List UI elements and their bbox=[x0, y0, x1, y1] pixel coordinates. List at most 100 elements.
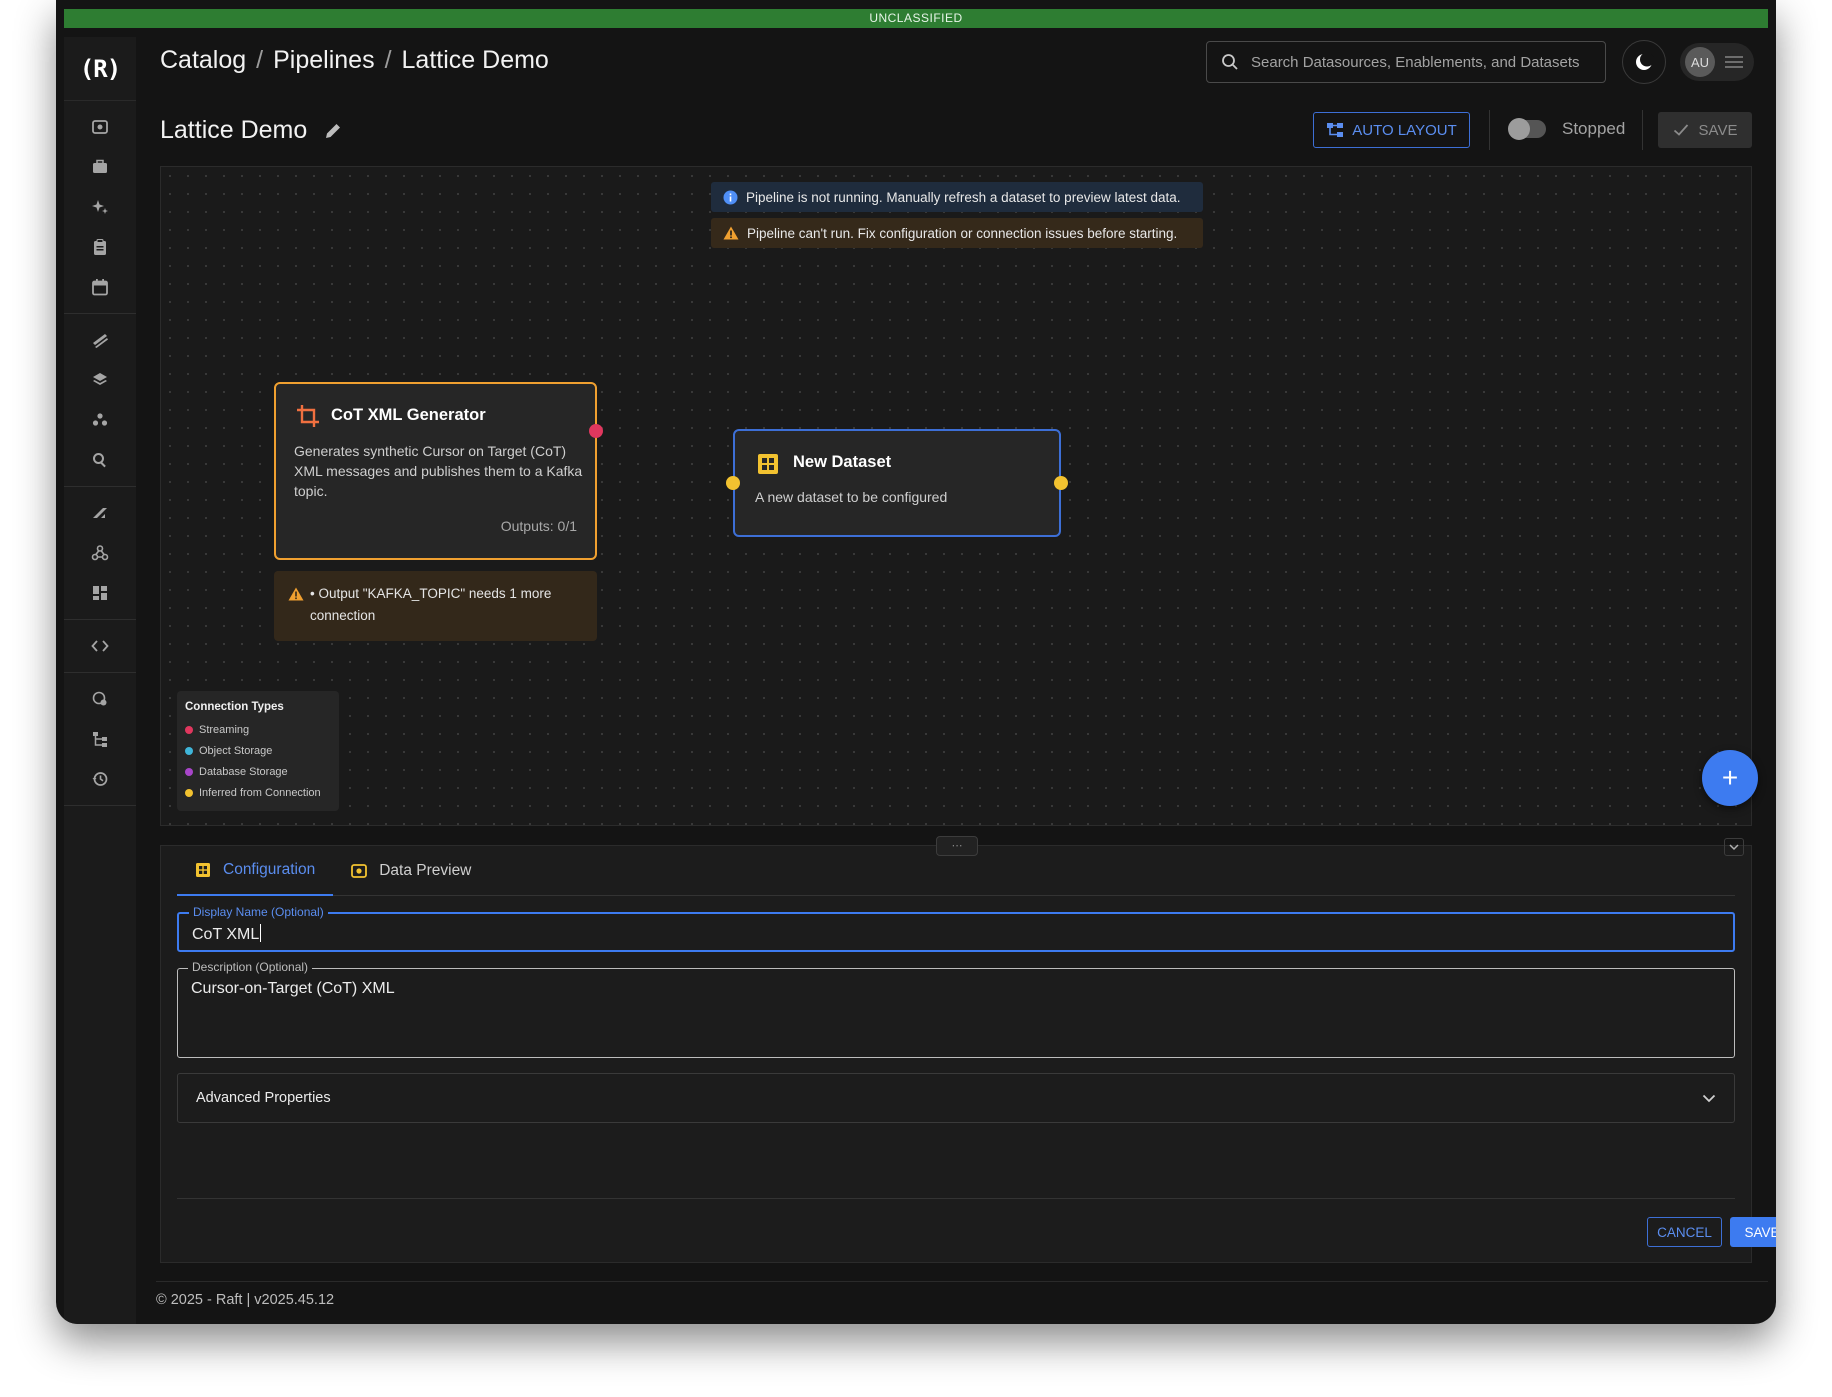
outputs-label: Outputs: bbox=[500, 518, 554, 534]
display-name-label: Display Name (Optional) bbox=[189, 905, 328, 919]
generator-node-outputs: Outputs: 0/1 bbox=[501, 518, 577, 534]
webhook-icon[interactable] bbox=[64, 533, 136, 573]
shield-settings-icon[interactable] bbox=[64, 679, 136, 719]
info-alert-text: Pipeline is not running. Manually refres… bbox=[746, 189, 1181, 205]
legend-label: Object Storage bbox=[199, 744, 273, 757]
menu-icon bbox=[1725, 53, 1743, 71]
display-name-value[interactable]: CoT XML bbox=[192, 924, 262, 944]
layers-icon[interactable] bbox=[64, 360, 136, 400]
warning-icon bbox=[723, 226, 739, 240]
breadcrumb-pipelines[interactable]: Pipelines bbox=[273, 46, 374, 74]
theme-toggle-button[interactable] bbox=[1622, 40, 1666, 84]
breadcrumb: Catalog / Pipelines / Lattice Demo bbox=[160, 46, 549, 75]
group-icon[interactable] bbox=[64, 400, 136, 440]
legend-label: Database Storage bbox=[199, 765, 288, 778]
plus-icon: + bbox=[1721, 762, 1739, 793]
page-title: Lattice Demo bbox=[160, 116, 343, 145]
edit-pencil-icon[interactable] bbox=[323, 121, 343, 141]
sidebar-group-dev bbox=[64, 620, 136, 673]
calendar-icon[interactable] bbox=[64, 267, 136, 307]
generator-node-warning: • Output "KAFKA_TOPIC" needs 1 more conn… bbox=[274, 571, 597, 641]
brand-logo[interactable]: (R) bbox=[64, 37, 136, 101]
legend-label: Inferred from Connection bbox=[199, 786, 321, 799]
description-field[interactable]: Description (Optional) Cursor-on-Target … bbox=[177, 960, 1735, 1058]
dataset-node-description: A new dataset to be configured bbox=[755, 489, 948, 505]
sidebar-group-data bbox=[64, 314, 136, 487]
advanced-properties-accordion[interactable]: Advanced Properties bbox=[177, 1073, 1735, 1123]
sidebar-group-integrations bbox=[64, 487, 136, 620]
config-grid-icon bbox=[196, 863, 210, 877]
auto-layout-button[interactable]: AUTO LAYOUT bbox=[1313, 112, 1470, 148]
user-menu-button[interactable]: AU bbox=[1680, 43, 1754, 81]
toolbar-divider bbox=[1642, 110, 1643, 150]
search-input[interactable] bbox=[1251, 53, 1591, 71]
dataset-node-title: New Dataset bbox=[793, 453, 892, 471]
pipeline-run-toggle[interactable] bbox=[1508, 118, 1546, 140]
lattice-icon[interactable] bbox=[64, 493, 136, 533]
legend-item: Object Storage bbox=[185, 740, 331, 761]
check-icon bbox=[1673, 124, 1688, 136]
outputs-value: 0/1 bbox=[557, 518, 577, 534]
tab-configuration-label: Configuration bbox=[223, 861, 316, 878]
pipeline-canvas[interactable]: Pipeline is not running. Manually refres… bbox=[160, 166, 1758, 826]
pipeline-status-label: Stopped bbox=[1562, 119, 1626, 138]
connection-types-legend: Connection Types Streaming Object Storag… bbox=[177, 691, 339, 811]
hierarchy-icon[interactable] bbox=[64, 719, 136, 759]
warning-icon bbox=[288, 587, 304, 601]
legend-dot-object-storage bbox=[185, 746, 193, 755]
generator-node-title: CoT XML Generator bbox=[331, 406, 486, 424]
stream-icon[interactable] bbox=[64, 320, 136, 360]
legend-item: Database Storage bbox=[185, 761, 331, 782]
tab-configuration[interactable]: Configuration bbox=[177, 846, 334, 896]
generator-node[interactable]: CoT XML Generator Generates synthetic Cu… bbox=[274, 382, 603, 560]
classification-banner: UNCLASSIFIED bbox=[64, 9, 1768, 28]
history-icon[interactable] bbox=[64, 759, 136, 799]
display-name-field[interactable]: Display Name (Optional) CoT XML bbox=[177, 905, 1735, 952]
info-alert: Pipeline is not running. Manually refres… bbox=[711, 182, 1203, 212]
save-button[interactable]: SAVE bbox=[1730, 1217, 1776, 1247]
sparkles-icon[interactable] bbox=[64, 187, 136, 227]
crop-transform-icon bbox=[297, 405, 319, 427]
add-node-button[interactable]: + bbox=[1702, 750, 1758, 806]
app-window: UNCLASSIFIED (R) Catalog / Pipelines / L… bbox=[56, 0, 1776, 1324]
briefcase-icon[interactable] bbox=[64, 147, 136, 187]
tab-data-preview[interactable]: Data Preview bbox=[333, 846, 489, 896]
legend-item: Streaming bbox=[185, 719, 331, 740]
save-pipeline-button[interactable]: SAVE bbox=[1658, 112, 1752, 148]
panel-resize-handle[interactable]: ⋯ bbox=[936, 836, 978, 856]
legend-dot-streaming bbox=[185, 725, 193, 734]
global-search[interactable] bbox=[1206, 41, 1606, 83]
warning-alert-text: Pipeline can't run. Fix configuration or… bbox=[747, 225, 1178, 241]
clipboard-icon[interactable] bbox=[64, 227, 136, 267]
cancel-button[interactable]: CANCEL bbox=[1647, 1217, 1722, 1247]
collapse-panel-button[interactable] bbox=[1724, 838, 1744, 856]
code-icon[interactable] bbox=[64, 626, 136, 666]
warning-alert: Pipeline can't run. Fix configuration or… bbox=[711, 218, 1203, 248]
streaming-output-port[interactable] bbox=[589, 424, 603, 438]
auto-layout-label: AUTO LAYOUT bbox=[1352, 121, 1457, 139]
breadcrumb-catalog[interactable]: Catalog bbox=[160, 46, 246, 74]
description-value[interactable]: Cursor-on-Target (CoT) XML bbox=[191, 980, 395, 998]
pipeline-name: Lattice Demo bbox=[160, 116, 308, 144]
footer-copyright: © 2025 - Raft | v2025.45.12 bbox=[156, 1292, 335, 1308]
dashboard-icon[interactable] bbox=[64, 573, 136, 613]
search-icon[interactable] bbox=[64, 440, 136, 480]
dataset-output-port[interactable] bbox=[1054, 476, 1068, 490]
legend-title: Connection Types bbox=[185, 701, 284, 713]
generator-node-description: Generates synthetic Cursor on Target (Co… bbox=[294, 443, 583, 499]
legend-label: Streaming bbox=[199, 723, 250, 736]
chevron-down-icon bbox=[1729, 843, 1739, 850]
sidebar: (R) bbox=[64, 37, 136, 1324]
datasources-icon[interactable] bbox=[64, 107, 136, 147]
breadcrumb-current: Lattice Demo bbox=[401, 46, 549, 74]
dataset-input-port[interactable] bbox=[726, 476, 740, 490]
panel-divider bbox=[177, 1198, 1735, 1199]
dataset-grid-icon bbox=[758, 454, 778, 474]
chevron-down-icon bbox=[1702, 1094, 1716, 1102]
legend-dot-database-storage bbox=[185, 767, 193, 776]
breadcrumb-separator: / bbox=[256, 46, 264, 74]
description-label: Description (Optional) bbox=[188, 960, 313, 974]
info-icon bbox=[723, 190, 738, 204]
search-icon bbox=[1222, 54, 1238, 70]
dataset-node[interactable]: New Dataset A new dataset to be configur… bbox=[726, 429, 1068, 537]
